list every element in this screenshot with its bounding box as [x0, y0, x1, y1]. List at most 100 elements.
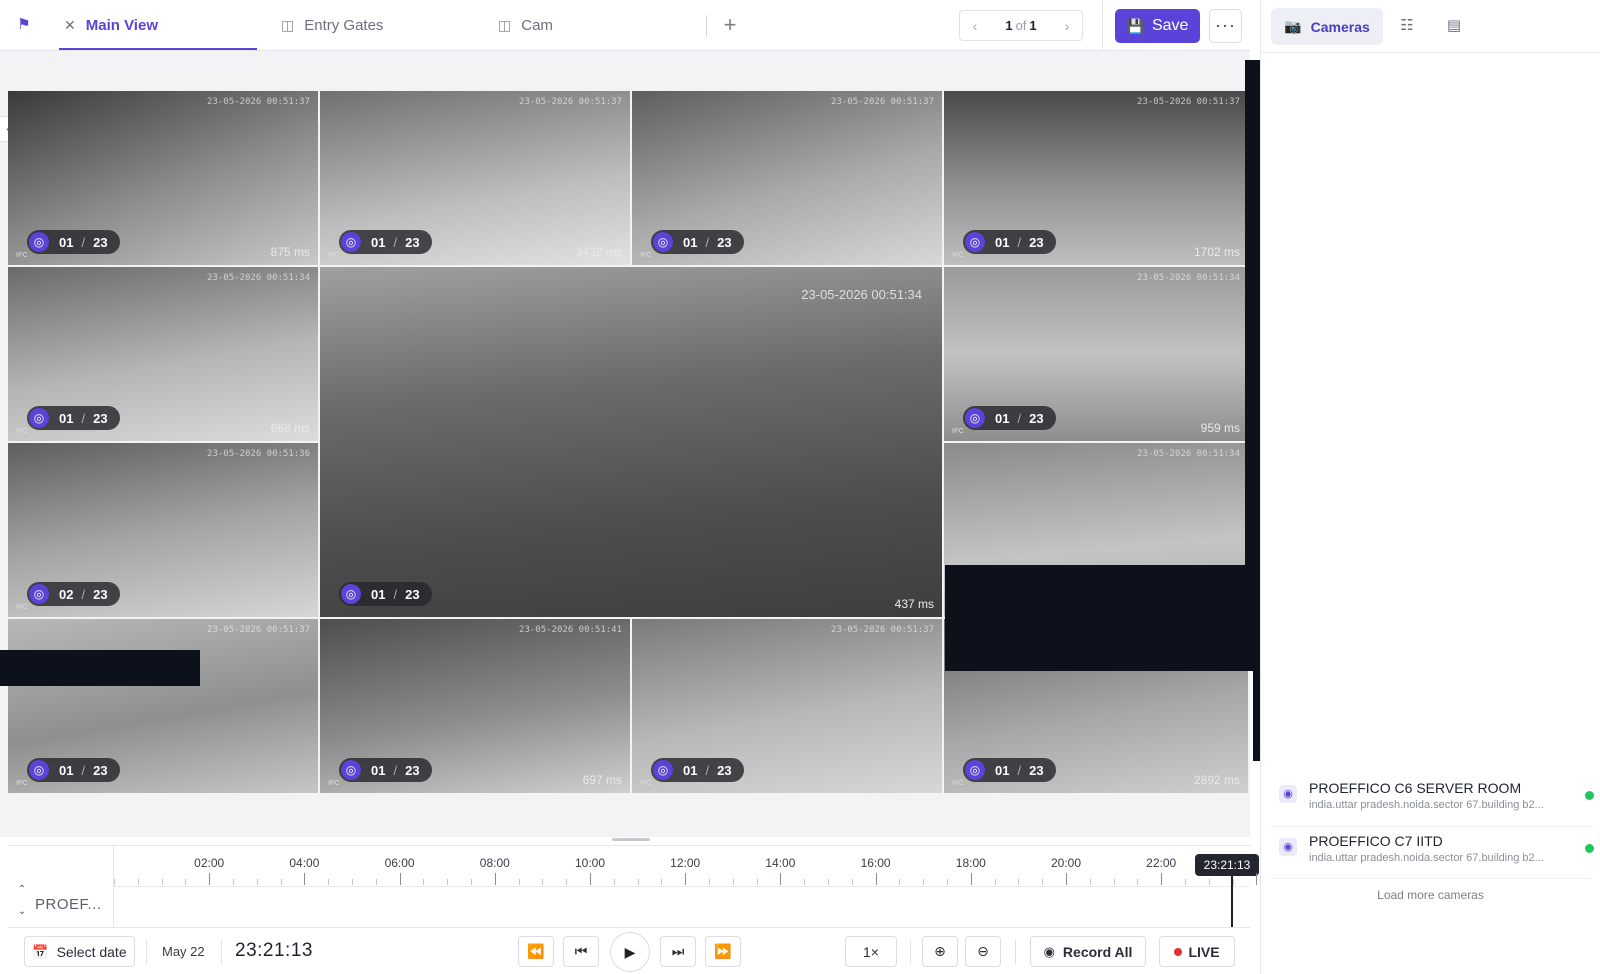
camera-tile[interactable]: 23-05-2026 00:51:37 IPC ◎ 01 / 23 — [632, 619, 944, 795]
timeline-track[interactable]: 23:21:13 02:00 04:00 06:00 08:00 10:00 12:00 1… — [114, 846, 1259, 928]
record-all-button[interactable]: ◉ Record All — [1030, 936, 1146, 967]
badge-value-a: 01 — [371, 586, 386, 602]
tab-entry-gates[interactable]: ◫ Entry Gates — [281, 0, 383, 51]
chevron-down-icon[interactable]: ⌄ — [14, 904, 30, 920]
camera-tile[interactable]: 23-05-2026 00:51:37 IPC 875 ms ◎ 01 / 23 — [8, 91, 320, 267]
stream-badge[interactable]: ◎ 01 / 23 — [27, 758, 120, 782]
stream-badge[interactable]: ◎ 01 / 23 — [651, 758, 744, 782]
zoom-in-button[interactable]: ⊕ — [922, 936, 958, 967]
add-tab-button[interactable]: + — [719, 12, 741, 38]
camera-tile[interactable]: 23-05-2026 00:51:34 437 ms ◎ 01 / 23 — [320, 267, 944, 619]
badge-value-a: 01 — [995, 762, 1010, 778]
stream-badge[interactable]: ◎ 01 / 23 — [339, 582, 432, 606]
badge-separator: / — [705, 234, 710, 250]
camera-tile[interactable]: 23-05-2026 00:51:37 IPC ◎ 01 / 23 — [8, 619, 320, 795]
camera-tile[interactable]: 23-05-2026 00:51:37 IPC 3432 ms ◎ 01 / 23 — [320, 91, 632, 267]
layout-icon[interactable]: ▤ — [1444, 16, 1464, 36]
playback-time: 23:21:13 — [235, 940, 313, 961]
stream-badge[interactable]: ◎ 01 / 23 — [963, 230, 1056, 254]
ptz-icon: ◎ — [29, 760, 49, 780]
camera-tile[interactable]: 23-05-2026 00:51:36 IPC ◎ 02 / 23 — [8, 443, 320, 619]
badge-separator: / — [81, 586, 86, 602]
play-button[interactable]: ▶ — [610, 932, 650, 972]
ptz-icon: ◎ — [965, 760, 985, 780]
badge-value-b: 23 — [405, 234, 420, 250]
stream-badge[interactable]: ◎ 02 / 23 — [27, 582, 120, 606]
badge-value-b: 23 — [93, 410, 108, 426]
timeline-recording-row[interactable] — [114, 886, 1250, 928]
stream-badge[interactable]: ◎ 01 / 23 — [27, 406, 120, 430]
feed-timestamp: 23-05-2026 00:51:41 — [519, 625, 622, 635]
save-button[interactable]: 💾 Save — [1115, 9, 1200, 43]
control-divider — [146, 940, 147, 964]
badge-value-b: 23 — [405, 586, 420, 602]
tab-cameras[interactable]: 📷 Cameras — [1271, 8, 1383, 45]
timeline-tick — [828, 879, 829, 885]
zoom-out-button[interactable]: ⊖ — [965, 936, 1001, 967]
ptz-icon: ◎ — [341, 760, 361, 780]
close-icon[interactable]: ✕ — [64, 17, 76, 34]
rewind-button[interactable]: ⏪ — [518, 936, 554, 967]
badge-value-a: 01 — [59, 762, 74, 778]
zoom-out-icon: ⊖ — [977, 943, 989, 959]
control-divider — [1015, 940, 1016, 964]
timeline-hour-label: 12:00 — [670, 856, 701, 870]
page-total: 1 — [1029, 18, 1037, 33]
ptz-icon: ◎ — [965, 408, 985, 428]
timeline-tick — [352, 879, 353, 885]
play-icon: ▶ — [624, 944, 636, 960]
latency-label: 959 ms — [1200, 421, 1240, 435]
grid-icon: ◫ — [281, 17, 295, 33]
timeline-tick — [1256, 873, 1258, 885]
stream-badge[interactable]: ◎ 01 / 23 — [27, 230, 120, 254]
select-date-button[interactable]: 📅 Select date — [24, 936, 135, 967]
fast-forward-button[interactable]: ⏩ — [705, 936, 741, 967]
feed-timestamp: 23-05-2026 00:51:37 — [207, 625, 310, 635]
camera-name: PROEFFICO C7 IITD — [1309, 833, 1443, 849]
camera-tile[interactable]: 23-05-2026 00:51:34 IPC 959 ms ◎ 01 / 23 — [944, 267, 1250, 443]
more-options-button[interactable]: ··· — [1209, 9, 1242, 43]
tab-cam[interactable]: ◫ Cam — [498, 0, 553, 51]
camera-dome-icon: ◉ — [1279, 838, 1297, 856]
stream-badge[interactable]: ◎ 01 / 23 — [963, 758, 1056, 782]
tab-main-view[interactable]: ✕ Main View — [64, 0, 158, 51]
feed-timestamp: 23-05-2026 00:51:37 — [519, 97, 622, 107]
ipc-label: IPC — [640, 252, 652, 259]
camera-list-item[interactable]: ◉ PROEFFICO C7 IITD india.uttar pradesh.… — [1279, 832, 1594, 876]
chevron-up-icon[interactable]: ⌃ — [14, 882, 30, 898]
timeline-tick — [1089, 879, 1091, 885]
badge-separator: / — [81, 762, 86, 778]
stream-badge[interactable]: ◎ 01 / 23 — [339, 758, 432, 782]
live-button[interactable]: LIVE — [1159, 936, 1235, 967]
timeline-tick — [471, 879, 472, 885]
camera-tile[interactable]: 23-05-2026 00:51:41 IPC 697 ms ◎ 01 / 23 — [320, 619, 632, 795]
tab-label: Cam — [521, 17, 553, 34]
feed-timestamp: 23-05-2026 00:51:36 — [207, 449, 310, 459]
stream-badge[interactable]: ◎ 01 / 23 — [963, 406, 1056, 430]
stream-badge[interactable]: ◎ 01 / 23 — [339, 230, 432, 254]
pin-icon[interactable]: ⚑ — [14, 14, 34, 36]
timeline-resize-handle[interactable] — [612, 838, 650, 841]
chevron-right-icon[interactable]: › — [1052, 18, 1082, 34]
camera-tile[interactable]: 23-05-2026 00:51:37 IPC 1702 ms ◎ 01 / 23 — [944, 91, 1250, 267]
timeline-tick — [1232, 879, 1234, 885]
live-dot-icon — [1174, 947, 1183, 956]
grid-icon: ◫ — [498, 17, 512, 33]
ipc-label: IPC — [16, 604, 28, 611]
latency-label: 2892 ms — [1193, 773, 1240, 787]
chevron-left-icon[interactable]: ‹ — [960, 18, 990, 34]
skip-forward-button[interactable]: ⏭ — [660, 936, 696, 967]
playback-speed-button[interactable]: 1× — [845, 936, 897, 967]
camera-tile[interactable]: 23-05-2026 00:51:34 IPC 668 ms ◎ 01 / 23 — [8, 267, 320, 443]
skip-back-icon: ⏮ — [574, 943, 588, 959]
timeline-row-label: PROEF... — [35, 896, 102, 913]
timeline-hour-label: 22:00 — [1146, 856, 1177, 870]
camera-tile[interactable]: 23-05-2026 00:51:37 IPC ◎ 01 / 23 — [632, 91, 944, 267]
ipc-label: IPC — [16, 428, 28, 435]
camera-list-item[interactable]: ◉ PROEFFICO C6 SERVER ROOM india.uttar p… — [1279, 779, 1594, 823]
stream-badge[interactable]: ◎ 01 / 23 — [651, 230, 744, 254]
control-divider — [221, 940, 222, 964]
skip-back-button[interactable]: ⏮ — [563, 936, 599, 967]
load-more-cameras-link[interactable]: Load more cameras — [1261, 888, 1600, 902]
hierarchy-icon[interactable]: ☷ — [1397, 16, 1417, 36]
